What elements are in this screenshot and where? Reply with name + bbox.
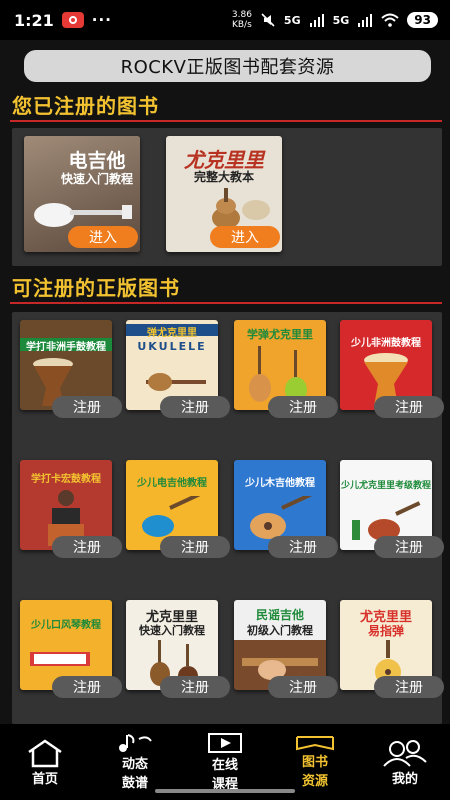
register-button[interactable]: 注册 <box>52 676 122 698</box>
book-cover-subtitle: 快速入门教程 <box>139 624 205 637</box>
register-button[interactable]: 注册 <box>160 536 230 558</box>
book-cover-subtitle: 初级入门教程 <box>247 624 313 637</box>
signal-bars-icon <box>358 14 373 27</box>
book-cover-subtitle: 易指弹 <box>367 624 404 638</box>
book-cover-title: 少儿电吉他教程 <box>137 478 207 489</box>
nav-item-profile[interactable]: 我的 <box>365 732 445 792</box>
enter-button[interactable]: 进入 <box>210 226 280 248</box>
book-cover-title: 学打卡宏鼓教程 <box>31 474 101 485</box>
nav-label: 我的 <box>391 771 418 787</box>
nav-label-line1: 在线 <box>211 758 238 773</box>
book-cover-subtitle: 快速入门教程 <box>60 172 133 186</box>
battery-indicator: 93 <box>407 12 438 28</box>
network-speed-unit: KB/s <box>231 20 252 30</box>
nav-item-home[interactable]: 首页 <box>5 732 85 792</box>
section-divider <box>10 120 442 122</box>
book-cover-title: 少儿尤克里里考级教程 <box>340 481 431 491</box>
music-note-icon <box>119 734 152 752</box>
register-button[interactable]: 注册 <box>268 536 338 558</box>
home-indicator[interactable] <box>155 789 295 793</box>
book-cover-subtitle: UKULELE <box>137 340 207 353</box>
nav-item-online-courses[interactable]: 在线 课程 <box>185 732 265 792</box>
melodica-image <box>30 652 90 666</box>
register-button[interactable]: 注册 <box>374 536 444 558</box>
book-cover-title: 民谣吉他 <box>255 608 304 622</box>
register-button[interactable]: 注册 <box>268 396 338 418</box>
book-cover-title: 学打非洲手鼓教程 <box>26 342 106 353</box>
page-title: ROCKV正版图书配套资源 <box>24 50 431 82</box>
network-speed: 3.86 KB/s <box>232 10 252 30</box>
enter-button[interactable]: 进入 <box>68 226 138 248</box>
available-books-title: 可注册的正版图书 <box>12 276 180 300</box>
registered-book-card[interactable]: 电吉他 快速入门教程 进入 <box>24 136 140 252</box>
mute-icon <box>261 13 275 27</box>
signal-label-1: 5G <box>283 13 301 27</box>
register-button[interactable]: 注册 <box>268 676 338 698</box>
book-cover-title: 少儿木吉他教程 <box>245 478 315 489</box>
book-resources-page: ROCKV正版图书配套资源 您已注册的图书 电吉他 快速入门教程 进入 尤克里里… <box>0 40 450 724</box>
register-button[interactable]: 注册 <box>160 396 230 418</box>
book-cover-title: 弹尤克里里 <box>147 328 197 339</box>
play-icon <box>208 733 242 753</box>
nav-label: 首页 <box>31 771 58 787</box>
available-books-panel: 学打非洲手鼓教程 注册 弹尤克里里 UKULELE 注册 学弹尤克里里 注册 少… <box>12 312 444 724</box>
register-button[interactable]: 注册 <box>52 396 122 418</box>
book-cover-title: 少儿非洲鼓教程 <box>351 338 421 349</box>
book-icon <box>296 736 334 751</box>
nav-item-book-resources[interactable]: 图书 资源 <box>275 732 355 792</box>
nav-item-drum-score[interactable]: 动态 鼓谱 <box>95 732 175 792</box>
nav-label-line2: 资源 <box>301 774 328 789</box>
status-more-dots: ··· <box>91 11 112 29</box>
nav-label-line2: 鼓谱 <box>121 776 148 791</box>
register-button[interactable]: 注册 <box>52 536 122 558</box>
nav-label-line1: 动态 <box>121 757 148 772</box>
book-cover-title: 电吉他 <box>68 150 126 172</box>
registered-books-title: 您已注册的图书 <box>12 94 159 118</box>
register-button[interactable]: 注册 <box>374 676 444 698</box>
user-icon <box>383 739 427 767</box>
status-bar: 1:21 ··· 3.86 KB/s 5G 5G 93 <box>0 0 450 40</box>
nav-label-line1: 图书 <box>301 755 328 770</box>
section-divider <box>10 302 442 304</box>
signal-label-2: 5G <box>332 13 350 27</box>
registered-book-card[interactable]: 尤克里里 完整大教本 进入 <box>166 136 282 252</box>
book-cover-title: 少儿口风琴教程 <box>31 620 101 631</box>
signal-bars-icon <box>309 14 324 27</box>
register-button[interactable]: 注册 <box>374 396 444 418</box>
status-time: 1:21 <box>14 10 54 30</box>
book-cover-title: 学弹尤克里里 <box>247 328 313 341</box>
registered-books-panel: 电吉他 快速入门教程 进入 尤克里里 完整大教本 进入 <box>12 128 442 266</box>
electric-guitar-image <box>34 203 132 227</box>
wifi-icon <box>381 13 399 27</box>
home-icon <box>28 738 62 767</box>
book-cover-subtitle: 完整大教本 <box>193 170 254 184</box>
register-button[interactable]: 注册 <box>160 676 230 698</box>
screen-record-icon <box>61 12 84 28</box>
network-speed-value: 3.86 <box>231 10 252 20</box>
